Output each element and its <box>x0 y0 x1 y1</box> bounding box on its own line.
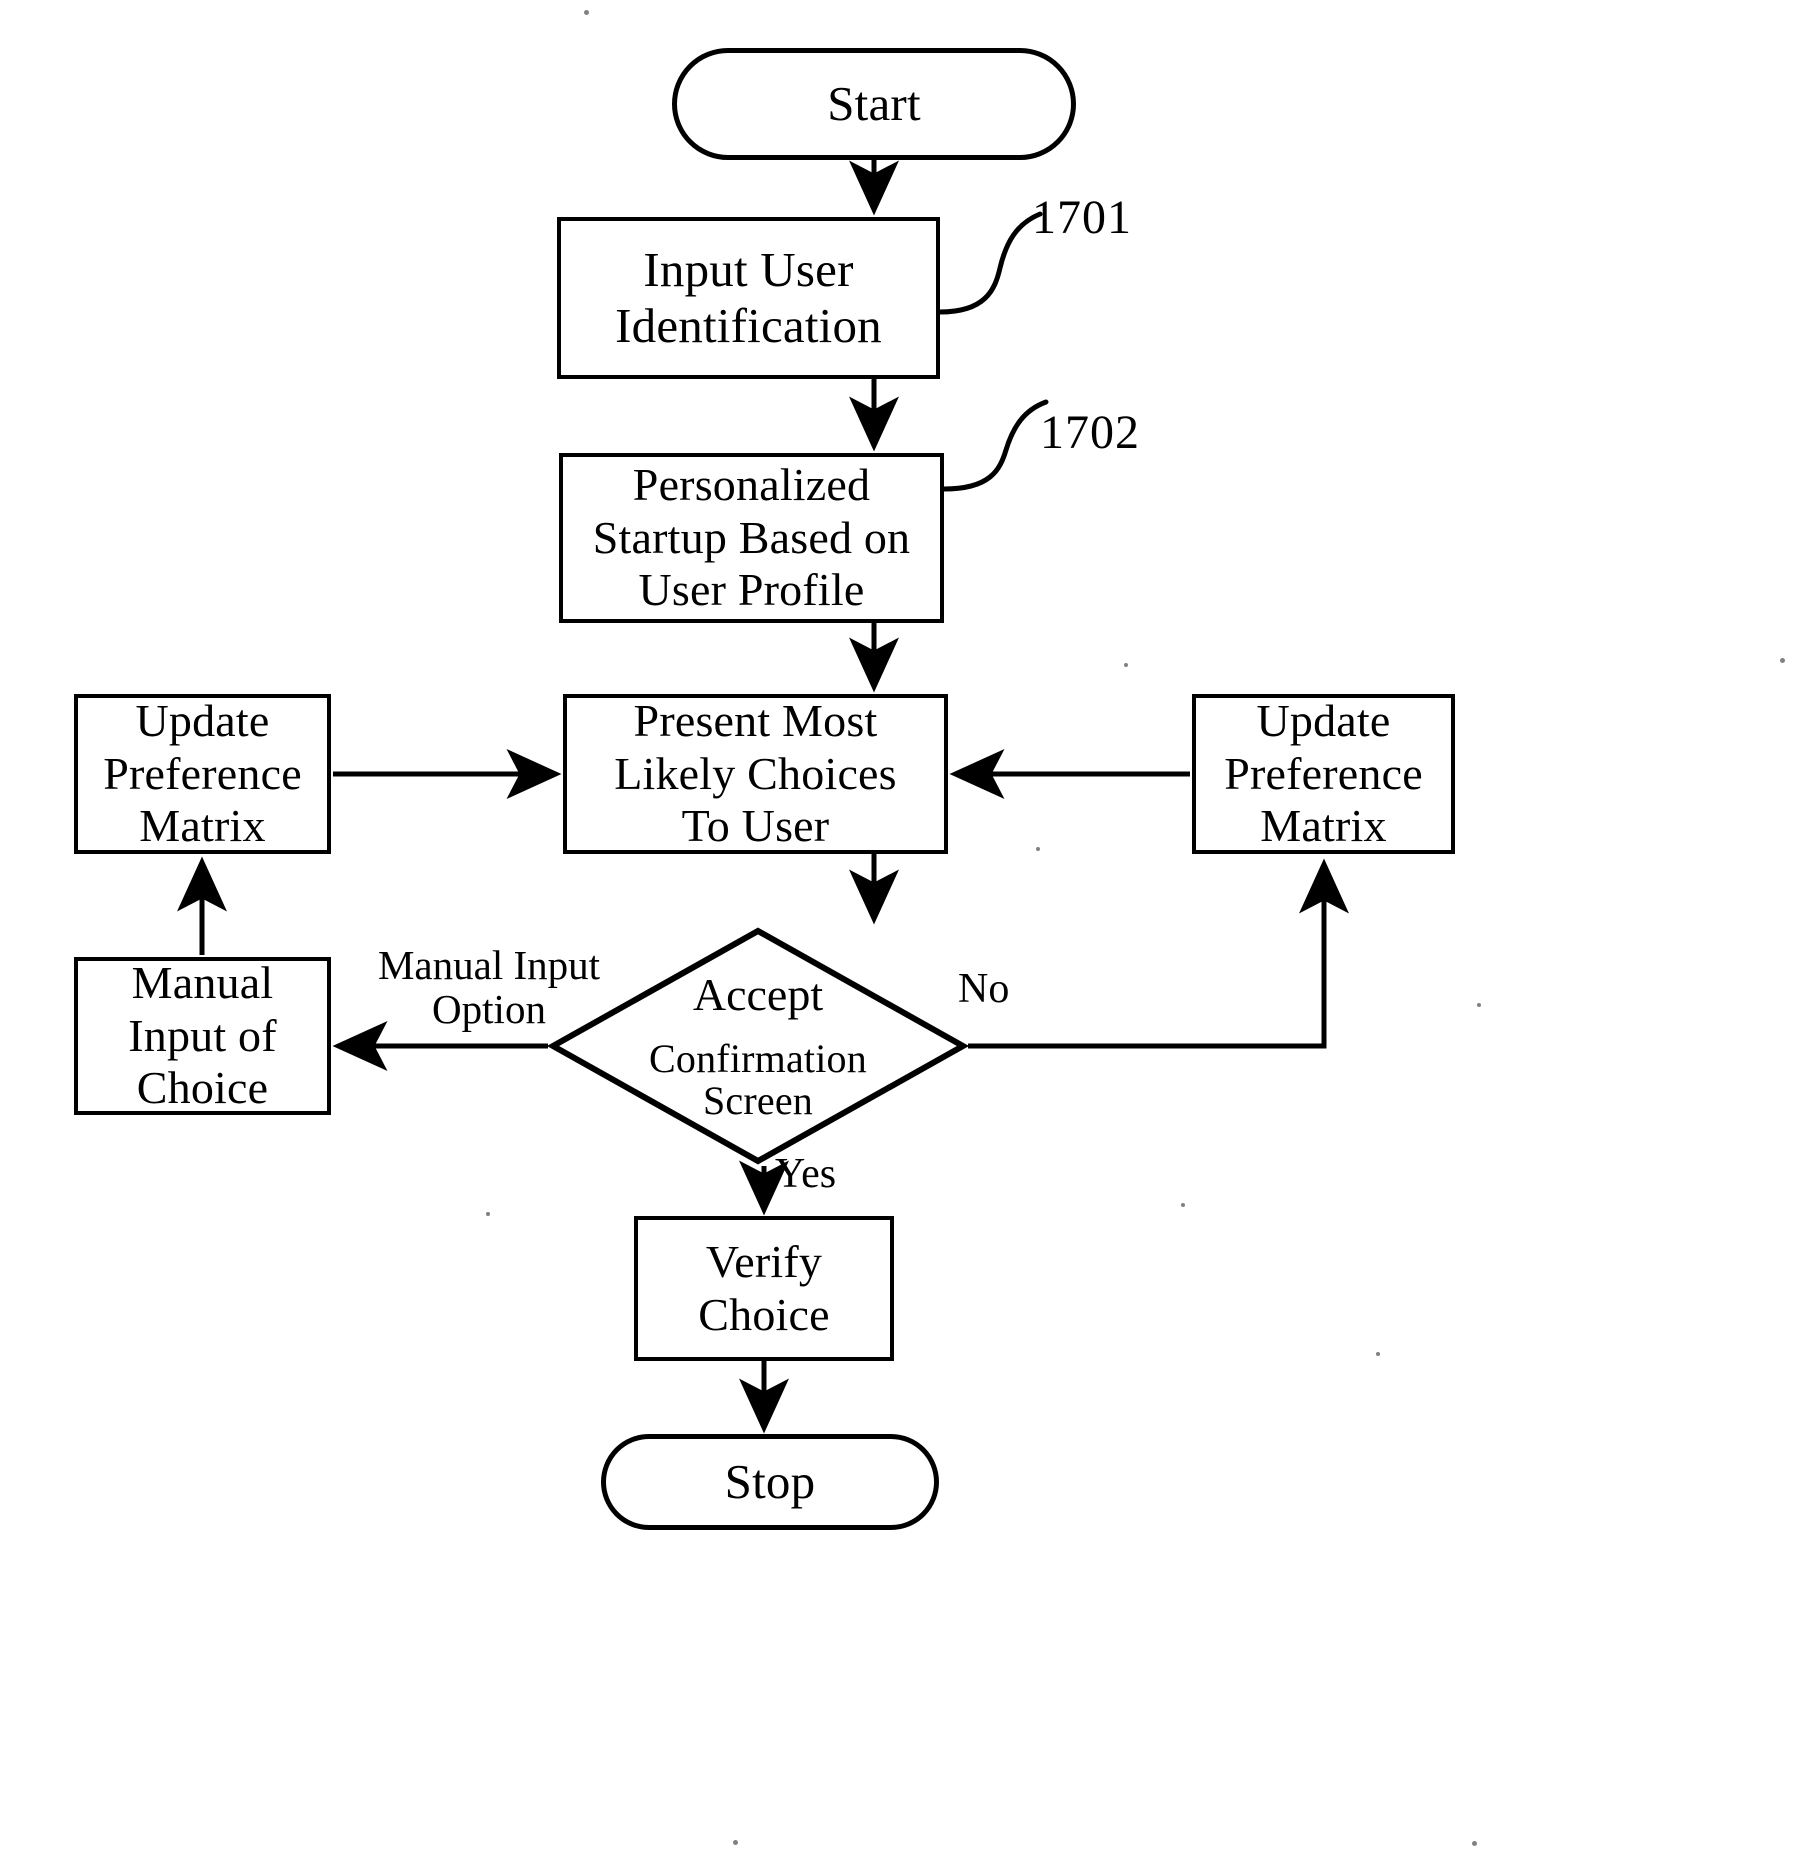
node-stop[interactable]: Stop <box>601 1434 939 1530</box>
reference-numeral-1702: 1702 <box>1040 406 1140 459</box>
node-personalized-startup-label: Personalized Startup Based on User Profi… <box>592 459 911 616</box>
node-start[interactable]: Start <box>672 48 1076 160</box>
reference-numeral-1701: 1701 <box>1032 191 1132 244</box>
node-manual-input-of-choice-label: Manual Input of Choice <box>128 957 277 1114</box>
scan-speck <box>1376 1352 1380 1356</box>
scan-speck <box>1181 1203 1185 1207</box>
node-update-preference-matrix-left-label: Update Preference Matrix <box>103 695 302 852</box>
leader-line-1701 <box>937 211 1043 315</box>
scan-speck <box>486 1212 490 1216</box>
node-verify-choice[interactable]: Verify Choice <box>634 1216 894 1361</box>
edge-decision-no-to-updright <box>968 858 1350 1049</box>
node-verify-choice-label: Verify Choice <box>698 1236 830 1340</box>
node-accept-label: Accept <box>692 969 824 1021</box>
node-update-preference-matrix-right-label: Update Preference Matrix <box>1224 695 1423 852</box>
scan-speck <box>1780 658 1785 663</box>
node-present-most-likely-choices-label: Present Most Likely Choices To User <box>614 695 897 852</box>
node-update-preference-matrix-left[interactable]: Update Preference Matrix <box>74 694 331 854</box>
node-update-preference-matrix-right[interactable]: Update Preference Matrix <box>1192 694 1455 854</box>
decision-text-wrap: Accept Confirmation Screen <box>548 969 968 1122</box>
node-input-user-identification[interactable]: Input User Identification <box>557 217 940 379</box>
node-manual-input-of-choice[interactable]: Manual Input of Choice <box>74 957 331 1115</box>
flowchart-figure: Manual Input of Choice --> right Update … <box>0 0 1802 1852</box>
edge-label-yes: Yes <box>775 1151 837 1197</box>
scan-speck <box>1036 847 1040 851</box>
scan-speck <box>1124 663 1128 667</box>
scan-speck <box>1477 1003 1481 1007</box>
node-confirmation-screen-label: Confirmation Screen <box>649 1035 867 1124</box>
node-stop-label: Stop <box>724 1454 816 1510</box>
scan-speck <box>584 10 589 15</box>
scan-speck <box>733 1840 738 1845</box>
node-personalized-startup[interactable]: Personalized Startup Based on User Profi… <box>559 453 944 623</box>
scan-speck <box>1472 1841 1477 1846</box>
node-accept-confirmation-screen[interactable]: Accept Confirmation Screen <box>548 926 968 1166</box>
node-input-user-identification-label: Input User Identification <box>615 242 882 353</box>
node-start-label: Start <box>827 76 921 132</box>
node-present-most-likely-choices[interactable]: Present Most Likely Choices To User <box>563 694 948 854</box>
leader-line-1702 <box>941 399 1049 492</box>
